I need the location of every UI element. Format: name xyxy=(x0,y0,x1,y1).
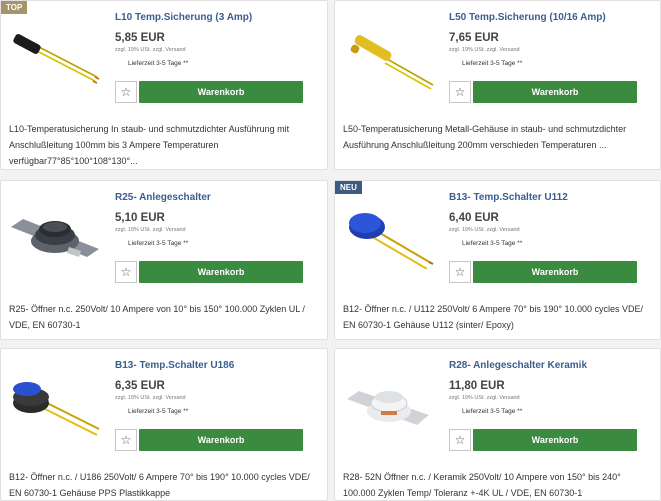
delivery-time: Lieferzeit 3-5 Tage ** xyxy=(462,60,523,67)
product-price: 11,80 EUR xyxy=(449,380,505,392)
product-description: L50-Temperatusicherung Metall-Gehäuse in… xyxy=(343,124,627,150)
top-badge: TOP xyxy=(1,1,28,14)
star-icon: ☆ xyxy=(454,265,466,279)
product-image[interactable] xyxy=(343,373,435,433)
product-price: 7,65 EUR xyxy=(449,32,499,44)
wishlist-button[interactable]: ☆ xyxy=(115,429,137,451)
add-to-cart-button[interactable]: Warenkorb xyxy=(473,429,637,451)
delivery-time: Lieferzeit 3-5 Tage ** xyxy=(128,60,189,67)
add-to-cart-button[interactable]: Warenkorb xyxy=(139,81,303,103)
star-icon: ☆ xyxy=(454,85,466,99)
product-description: R25- Öffner n.c. 250Volt/ 10 Ampere von … xyxy=(9,304,305,330)
product-title[interactable]: L10 Temp.Sicherung (3 Amp) xyxy=(115,12,252,23)
new-badge: NEU xyxy=(335,181,362,194)
product-card[interactable]: B13- Temp.Schalter U186 6,35 EUR zzgl. 1… xyxy=(0,348,328,501)
delivery-time: Lieferzeit 3-5 Tage ** xyxy=(128,240,189,247)
wishlist-button[interactable]: ☆ xyxy=(115,261,137,283)
product-card[interactable]: NEU B13- Temp.Schalter U112 6,40 EUR zzg… xyxy=(334,180,661,340)
delivery-time: Lieferzeit 3-5 Tage ** xyxy=(462,408,523,415)
product-title[interactable]: B13- Temp.Schalter U186 xyxy=(115,360,234,371)
product-title[interactable]: L50 Temp.Sicherung (10/16 Amp) xyxy=(449,12,606,23)
wishlist-button[interactable]: ☆ xyxy=(449,261,471,283)
wishlist-button[interactable]: ☆ xyxy=(449,81,471,103)
vat-note[interactable]: zzgl. 19% USt. zzgl. Versand xyxy=(115,227,186,233)
product-description: B12- Öffner n.c. / U112 250Volt/ 6 Amper… xyxy=(343,304,644,330)
delivery-time: Lieferzeit 3-5 Tage ** xyxy=(462,240,523,247)
product-image[interactable] xyxy=(343,199,435,269)
product-price: 5,10 EUR xyxy=(115,212,165,224)
product-title[interactable]: B13- Temp.Schalter U112 xyxy=(449,192,568,203)
product-card[interactable]: TOP L10 Temp.Sicherung (3 Amp) 5,85 EUR … xyxy=(0,0,328,170)
star-icon: ☆ xyxy=(120,265,132,279)
add-to-cart-button[interactable]: Warenkorb xyxy=(139,429,303,451)
product-image[interactable] xyxy=(9,19,101,89)
product-description: L10-Temperatusicherung In staub- und sch… xyxy=(9,124,290,166)
add-to-cart-button[interactable]: Warenkorb xyxy=(473,81,637,103)
product-description: R28- 52N Öffner n.c. / Keramik 250Volt/ … xyxy=(343,472,621,498)
product-description: B12- Öffner n.c. / U186 250Volt/ 6 Amper… xyxy=(9,472,310,498)
star-icon: ☆ xyxy=(120,85,132,99)
product-image[interactable] xyxy=(343,19,435,89)
add-to-cart-button[interactable]: Warenkorb xyxy=(473,261,637,283)
product-image[interactable] xyxy=(9,367,101,437)
product-card[interactable]: R28- Anlegeschalter Keramik 11,80 EUR zz… xyxy=(334,348,661,501)
product-price: 6,40 EUR xyxy=(449,212,499,224)
add-to-cart-button[interactable]: Warenkorb xyxy=(139,261,303,283)
star-icon: ☆ xyxy=(120,433,132,447)
vat-note[interactable]: zzgl. 19% USt. zzgl. Versand xyxy=(449,227,520,233)
product-price: 5,85 EUR xyxy=(115,32,165,44)
vat-note[interactable]: zzgl. 19% USt. zzgl. Versand xyxy=(115,47,186,53)
product-price: 6,35 EUR xyxy=(115,380,165,392)
wishlist-button[interactable]: ☆ xyxy=(115,81,137,103)
product-card[interactable]: L50 Temp.Sicherung (10/16 Amp) 7,65 EUR … xyxy=(334,0,661,170)
vat-note[interactable]: zzgl. 19% USt. zzgl. Versand xyxy=(449,47,520,53)
vat-note[interactable]: zzgl. 19% USt. zzgl. Versand xyxy=(115,395,186,401)
product-image[interactable] xyxy=(9,205,101,265)
product-title[interactable]: R28- Anlegeschalter Keramik xyxy=(449,360,587,371)
star-icon: ☆ xyxy=(454,433,466,447)
product-title[interactable]: R25- Anlegeschalter xyxy=(115,192,211,203)
vat-note[interactable]: zzgl. 19% USt. zzgl. Versand xyxy=(449,395,520,401)
product-card[interactable]: R25- Anlegeschalter 5,10 EUR zzgl. 19% U… xyxy=(0,180,328,340)
wishlist-button[interactable]: ☆ xyxy=(449,429,471,451)
delivery-time: Lieferzeit 3-5 Tage ** xyxy=(128,408,189,415)
